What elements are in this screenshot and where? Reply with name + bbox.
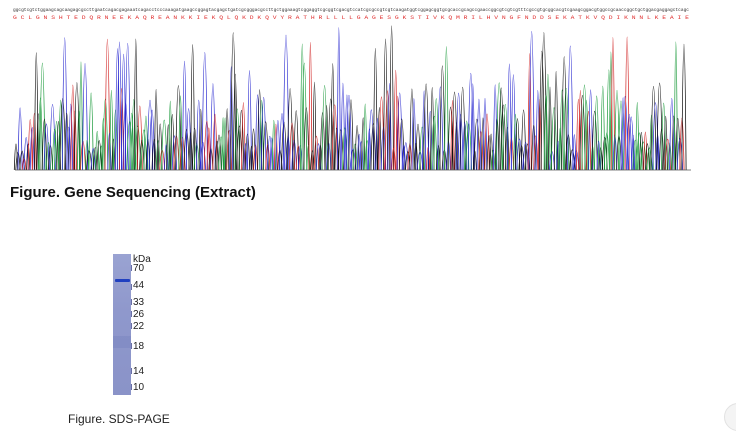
marker-label: 18 bbox=[133, 341, 145, 352]
marker-tick bbox=[131, 368, 132, 374]
trace-peak bbox=[79, 61, 83, 171]
marker-tick bbox=[131, 265, 132, 271]
marker-label: 70 bbox=[133, 263, 145, 274]
gel-lane bbox=[113, 254, 131, 395]
gene-sequencing-caption: Figure. Gene Sequencing (Extract) bbox=[10, 184, 256, 201]
marker-label: 10 bbox=[133, 382, 145, 393]
marker-label: 33 bbox=[133, 297, 145, 308]
gel-smear bbox=[113, 336, 131, 348]
marker-label: 14 bbox=[133, 366, 145, 377]
marker-label: 22 bbox=[133, 321, 145, 332]
trace-peak bbox=[82, 63, 89, 171]
marker-label: 26 bbox=[133, 309, 145, 320]
protein-band bbox=[115, 279, 130, 282]
amino-acid-sequence-line: G C L G N S H T E D Q R N E E K A Q R E … bbox=[13, 15, 689, 21]
marker-tick bbox=[131, 323, 132, 329]
scroll-to-top-button[interactable] bbox=[724, 403, 736, 431]
marker-tick bbox=[131, 299, 132, 305]
trace-peak bbox=[61, 37, 68, 171]
trace-peak bbox=[610, 37, 615, 171]
chromatogram-traces bbox=[13, 25, 691, 171]
marker-label: 44 bbox=[133, 280, 145, 291]
trace-peak bbox=[96, 140, 102, 171]
trace-peak bbox=[23, 137, 29, 171]
trace-peak bbox=[154, 89, 159, 171]
nucleotide-sequence-line: ggcgtcgtctggaagcagcaagagcgccttgaatcagacg… bbox=[13, 7, 689, 13]
marker-tick bbox=[131, 284, 132, 290]
marker-tick bbox=[131, 343, 132, 349]
sds-page-caption: Figure. SDS-PAGE bbox=[68, 412, 170, 426]
sequencing-chromatogram: ggcgtcgtctggaagcagcaagagcgccttgaatcagacg… bbox=[13, 7, 691, 171]
marker-tick bbox=[131, 384, 132, 390]
trace-peak bbox=[528, 31, 535, 171]
trace-peak bbox=[34, 52, 39, 171]
trace-peak bbox=[308, 42, 313, 171]
trace-peak bbox=[310, 150, 315, 171]
trace-peak bbox=[389, 25, 394, 171]
trace-peak bbox=[675, 118, 681, 171]
marker-tick bbox=[131, 311, 132, 317]
